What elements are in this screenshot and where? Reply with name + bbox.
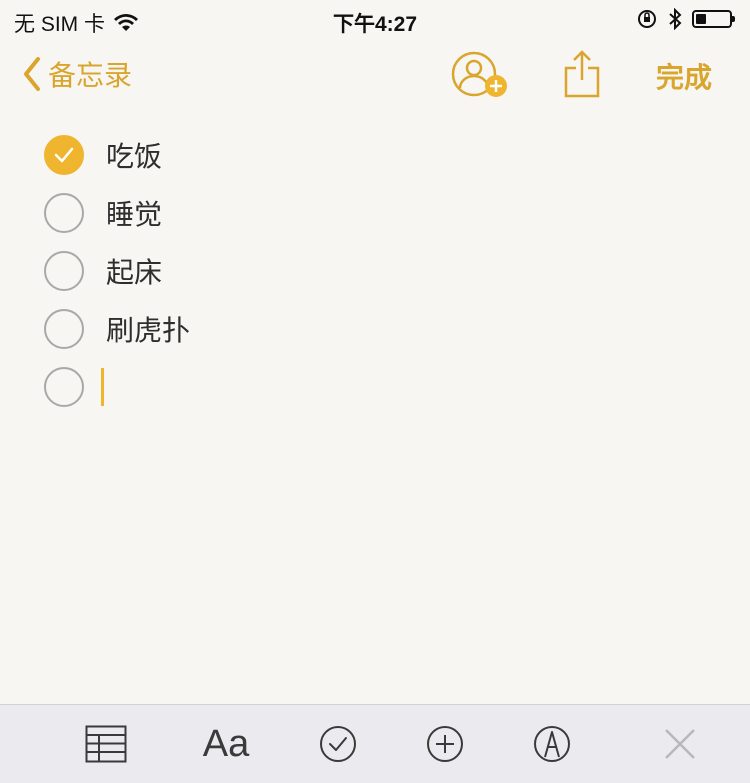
bluetooth-icon: [669, 8, 682, 30]
checklist: 吃饭 睡觉 起床 刷虎扑: [44, 126, 190, 416]
format-button[interactable]: Aa: [196, 721, 256, 767]
checklist-item: 起床: [44, 242, 190, 300]
status-bar: 无 SIM 卡 下午4:27: [0, 0, 750, 40]
rotation-lock-icon: [638, 10, 656, 28]
checkbox-unchecked[interactable]: [44, 251, 84, 291]
nav-bar: 备忘录 完成: [0, 48, 750, 108]
checklist-item-text[interactable]: 起床: [106, 251, 162, 291]
checkbox-checked[interactable]: [44, 135, 84, 175]
text-cursor: [101, 368, 104, 406]
checkbox-unchecked[interactable]: [44, 367, 84, 407]
done-button[interactable]: 完成: [656, 56, 712, 96]
checkbox-unchecked[interactable]: [44, 193, 84, 233]
checklist-item-new: [44, 358, 190, 416]
checkbox-unchecked[interactable]: [44, 309, 84, 349]
checklist-item: 睡觉: [44, 184, 190, 242]
checklist-item-text[interactable]: 刷虎扑: [106, 309, 190, 349]
add-person-icon[interactable]: [448, 50, 512, 102]
checklist-item: 吃饭: [44, 126, 190, 184]
bottom-toolbar: Aa: [0, 704, 750, 783]
markup-button[interactable]: [532, 721, 572, 767]
share-icon[interactable]: [562, 48, 602, 100]
close-button[interactable]: [662, 721, 698, 767]
table-button[interactable]: [84, 721, 128, 767]
back-button[interactable]: 备忘录: [22, 54, 132, 94]
markup-icon: [534, 726, 570, 762]
battery-icon: [692, 10, 735, 28]
checklist-item-text[interactable]: 吃饭: [106, 135, 162, 175]
close-icon: [665, 729, 695, 759]
status-right: [636, 8, 735, 30]
checkmark-icon: [54, 147, 74, 163]
back-label: 备忘录: [48, 59, 133, 92]
checklist-item-text[interactable]: 睡觉: [106, 193, 162, 233]
add-button[interactable]: [425, 721, 465, 767]
battery-fill: [696, 14, 706, 24]
add-icon: [427, 726, 463, 762]
checklist-button[interactable]: [318, 721, 358, 767]
checklist-item: 刷虎扑: [44, 300, 190, 358]
chevron-left-icon: [24, 57, 40, 91]
table-icon: [85, 725, 127, 763]
checklist-icon: [320, 726, 356, 762]
